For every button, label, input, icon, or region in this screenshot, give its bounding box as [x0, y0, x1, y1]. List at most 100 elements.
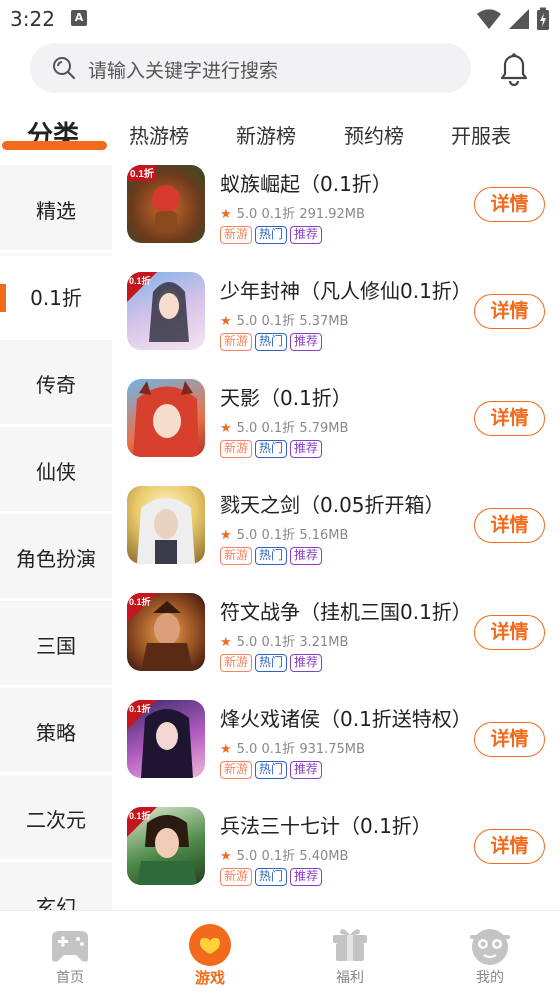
- status-icons: [476, 7, 550, 31]
- game-discount: 0.1折: [261, 421, 296, 436]
- search-placeholder: 请输入关键字进行搜索: [88, 60, 279, 82]
- detail-button[interactable]: 详情: [474, 401, 545, 436]
- sidebar-item-label: 精选: [36, 199, 76, 223]
- game-title: 天影（0.1折）: [220, 386, 352, 410]
- heroine-portrait-icon: 0.1折: [127, 272, 189, 342]
- app-notification-icon: A: [71, 10, 87, 26]
- active-tab-underline: [2, 141, 107, 150]
- sidebar-item-fantasy[interactable]: 玄幻: [0, 865, 112, 910]
- sidebar-item-featured[interactable]: 精选: [0, 169, 112, 253]
- svg-text:0.1折: 0.1折: [129, 596, 151, 607]
- game-title: 兵法三十七计（0.1折）: [220, 814, 432, 838]
- list-item[interactable]: 0.1折 符文战争（挂机三国0.1折） ★ 5.0 0.1折 3.21MB 新游热…: [112, 593, 560, 700]
- game-discount: 0.1折: [261, 742, 296, 757]
- sidebar-item-legend[interactable]: 传奇: [0, 343, 112, 427]
- game-rating: 5.0: [236, 849, 258, 864]
- list-item[interactable]: 0.1折 兵法三十七计（0.1折） ★ 5.0 0.1折 5.40MB 新游 热门推…: [112, 807, 560, 910]
- sidebar-item-three-kingdoms[interactable]: 三国: [0, 604, 112, 688]
- tag-new: 新游: [220, 226, 253, 244]
- game-title: 少年封神（凡人修仙0.1折）: [220, 279, 472, 303]
- svg-text:0.1折: 0.1折: [129, 703, 151, 714]
- search-input[interactable]: 请输入关键字进行搜索: [30, 43, 471, 93]
- detail-button[interactable]: 详情: [474, 829, 545, 864]
- game-title: 蚁族崛起（0.1折）: [220, 172, 392, 196]
- game-size: 5.79MB: [299, 421, 349, 436]
- detail-button[interactable]: 详情: [474, 615, 545, 650]
- sidebar-item-label: 仙侠: [36, 460, 76, 484]
- red-haired-character-icon: [133, 381, 199, 457]
- game-icon: 0.1折: [127, 272, 205, 350]
- tag-new: 新游: [220, 547, 253, 565]
- sidebar-item-label: 0.1折: [30, 286, 82, 310]
- detail-button[interactable]: 详情: [474, 508, 545, 543]
- tag-hot: 热门: [255, 654, 288, 672]
- profile-face-icon: [470, 929, 510, 965]
- list-item[interactable]: 天影（0.1折） ★ 5.0 0.1折 5.79MB 新游 热门 推荐 详情: [112, 379, 560, 486]
- nav-label: 福利: [336, 970, 364, 986]
- battery-icon: [537, 7, 549, 30]
- tag-hot: 热门: [255, 547, 288, 565]
- tag-recommend: 推荐: [290, 761, 323, 779]
- tag-hot: 热门: [255, 868, 288, 886]
- status-bar: 3:22 A: [0, 0, 560, 38]
- sidebar-item-strategy[interactable]: 策略: [0, 691, 112, 775]
- nav-profile[interactable]: 我的: [420, 911, 560, 995]
- category-sidebar: 精选 0.1折 传奇 仙侠 角色扮演 三国 策略 二次元 玄幻: [0, 165, 112, 910]
- list-item[interactable]: 0.1折 蚁族崛起（0.1折） ★ 5.0 0.1折 291.92MB 新游 热门推…: [112, 165, 560, 272]
- game-rating: 5.0: [236, 421, 258, 436]
- game-meta: ★ 5.0 0.1折 931.75MB: [220, 738, 365, 757]
- detail-button[interactable]: 详情: [474, 187, 545, 222]
- game-discount: 0.1折: [261, 207, 296, 222]
- game-icon: [127, 486, 205, 564]
- game-size: 5.40MB: [299, 849, 349, 864]
- svg-text:0.1折: 0.1折: [129, 275, 151, 286]
- dark-haired-lady-icon: 0.1折: [127, 700, 193, 778]
- nav-games[interactable]: 游戏: [140, 911, 280, 995]
- bell-icon[interactable]: [496, 52, 532, 86]
- sidebar-item-label: 二次元: [26, 808, 86, 832]
- sidebar-item-label: 玄幻: [36, 895, 76, 910]
- tag-new: 新游: [220, 761, 253, 779]
- tag-hot: 热门: [255, 440, 288, 458]
- tab-hot-ranking[interactable]: 热游榜: [129, 120, 189, 149]
- star-icon: ★: [220, 528, 232, 543]
- game-icon: 0.1折: [127, 593, 205, 671]
- game-tags: 新游 热门 推荐: [220, 440, 323, 458]
- detail-button[interactable]: 详情: [474, 722, 545, 757]
- game-tags: 新游 热门 推荐: [220, 868, 323, 886]
- game-rating: 5.0: [236, 742, 258, 757]
- tag-new: 新游: [220, 333, 253, 351]
- detail-button[interactable]: 详情: [474, 294, 545, 329]
- star-icon: ★: [220, 849, 232, 864]
- game-discount: 0.1折: [261, 635, 296, 650]
- tab-reservation-ranking[interactable]: 预约榜: [344, 120, 404, 149]
- game-title: 烽火戏诸侯（0.1折送特权）: [220, 707, 472, 731]
- list-item[interactable]: 戮天之剑（0.05折开箱） ★ 5.0 0.1折 5.16MB 新游 热门 推荐 详情: [112, 486, 560, 593]
- game-list: 0.1折 蚁族崛起（0.1折） ★ 5.0 0.1折 291.92MB 新游 热门推…: [112, 165, 560, 910]
- game-icon: [127, 379, 205, 457]
- star-icon: ★: [220, 421, 232, 436]
- ant-warrior-icon: 0.1折: [127, 165, 180, 233]
- game-size: 931.75MB: [299, 742, 365, 757]
- game-discount: 0.1折: [261, 528, 296, 543]
- sidebar-item-xianxia[interactable]: 仙侠: [0, 430, 112, 514]
- game-size: 3.21MB: [299, 635, 349, 650]
- tab-server-schedule[interactable]: 开服表: [451, 120, 511, 149]
- list-item[interactable]: 0.1折 烽火戏诸侯（0.1折送特权） ★ 5.0 0.1折 931.75MB 新…: [112, 700, 560, 807]
- tag-recommend: 推荐: [290, 226, 323, 244]
- tab-new-ranking[interactable]: 新游榜: [236, 120, 296, 149]
- game-tags: 新游 热门 推荐: [220, 226, 323, 244]
- list-item[interactable]: 0.1折 少年封神（凡人修仙0.1折） ★ 5.0 0.1折 5.37MB 新游热…: [112, 272, 560, 379]
- star-icon: ★: [220, 635, 232, 650]
- nav-benefits[interactable]: 福利: [280, 911, 420, 995]
- tag-new: 新游: [220, 654, 253, 672]
- sidebar-item-discount[interactable]: 0.1折: [0, 256, 112, 340]
- gift-icon: [333, 929, 367, 961]
- game-size: 291.92MB: [299, 207, 365, 222]
- sidebar-item-rpg[interactable]: 角色扮演: [0, 517, 112, 601]
- tag-hot: 热门: [255, 761, 288, 779]
- sidebar-item-anime[interactable]: 二次元: [0, 778, 112, 862]
- game-meta: ★ 5.0 0.1折 291.92MB: [220, 203, 365, 222]
- game-meta: ★ 5.0 0.1折 5.40MB: [220, 845, 348, 864]
- nav-home[interactable]: 首页: [0, 911, 140, 995]
